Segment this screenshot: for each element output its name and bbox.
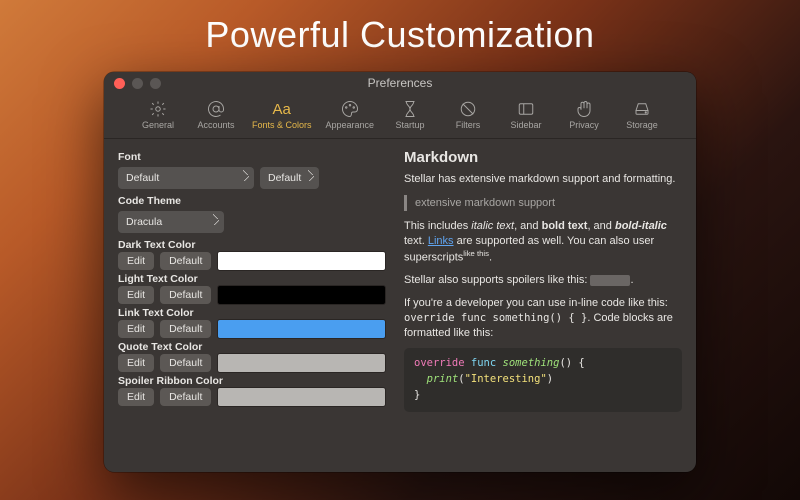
- edit-button[interactable]: Edit: [118, 286, 154, 304]
- default-button[interactable]: Default: [160, 286, 211, 304]
- code-theme-label: Code Theme: [118, 195, 386, 207]
- tab-label: Fonts & Colors: [252, 120, 312, 130]
- drive-icon: [633, 100, 651, 118]
- font-family-select[interactable]: Default: [118, 167, 254, 189]
- settings-panel: Font Default Default Code Theme Dracula …: [118, 149, 386, 460]
- tab-label: Storage: [626, 120, 658, 130]
- palette-icon: [341, 100, 359, 118]
- tab-filters[interactable]: Filters: [442, 98, 494, 132]
- color-swatch[interactable]: [217, 285, 386, 305]
- edit-button[interactable]: Edit: [118, 388, 154, 406]
- default-button[interactable]: Default: [160, 320, 211, 338]
- color-row-label: Quote Text Color: [118, 341, 386, 353]
- preview-panel: Markdown Stellar has extensive markdown …: [404, 149, 682, 460]
- color-row: Edit Default: [118, 285, 386, 305]
- gear-icon: [149, 100, 167, 118]
- preview-heading: Markdown: [404, 149, 682, 166]
- tab-startup[interactable]: Startup: [384, 98, 436, 132]
- maximize-icon[interactable]: [150, 78, 161, 89]
- color-swatch[interactable]: [217, 319, 386, 339]
- color-row: Edit Default: [118, 319, 386, 339]
- no-symbol-icon: [459, 100, 477, 118]
- color-row: Edit Default: [118, 353, 386, 373]
- sidebar-icon: [517, 100, 535, 118]
- default-button[interactable]: Default: [160, 354, 211, 372]
- tab-appearance[interactable]: Appearance: [321, 98, 378, 132]
- color-row: Edit Default: [118, 387, 386, 407]
- fonts-icon: Aa: [273, 100, 291, 118]
- traffic-lights: [104, 78, 161, 89]
- code-theme-select[interactable]: Dracula: [118, 211, 224, 233]
- preferences-window: Preferences General Accounts Aa Fonts & …: [104, 72, 696, 472]
- font-label: Font: [118, 151, 386, 163]
- titlebar: Preferences: [104, 72, 696, 94]
- hourglass-icon: [401, 100, 419, 118]
- tab-label: General: [142, 120, 174, 130]
- preview-blockquote: extensive markdown support: [404, 195, 682, 211]
- preview-link[interactable]: Links: [428, 235, 454, 247]
- marketing-headline: Powerful Customization: [0, 14, 800, 56]
- preferences-toolbar: General Accounts Aa Fonts & Colors Appea…: [104, 94, 696, 139]
- color-swatch[interactable]: [217, 251, 386, 271]
- default-button[interactable]: Default: [160, 388, 211, 406]
- window-title: Preferences: [104, 76, 696, 90]
- content-area: Font Default Default Code Theme Dracula …: [104, 139, 696, 472]
- default-button[interactable]: Default: [160, 252, 211, 270]
- edit-button[interactable]: Edit: [118, 252, 154, 270]
- tab-label: Appearance: [325, 120, 374, 130]
- at-sign-icon: [207, 100, 225, 118]
- preview-intro: Stellar has extensive markdown support a…: [404, 172, 682, 187]
- font-size-select[interactable]: Default: [260, 167, 319, 189]
- preview-formats: This includes italic text, and bold text…: [404, 219, 682, 265]
- preview-dev-line: If you're a developer you can use in-lin…: [404, 296, 682, 341]
- color-row: Edit Default: [118, 251, 386, 271]
- tab-label: Startup: [396, 120, 425, 130]
- minimize-icon[interactable]: [132, 78, 143, 89]
- tab-fonts-colors[interactable]: Aa Fonts & Colors: [248, 98, 316, 132]
- tab-sidebar[interactable]: Sidebar: [500, 98, 552, 132]
- tab-label: Accounts: [197, 120, 234, 130]
- color-swatch[interactable]: [217, 387, 386, 407]
- inline-code: override func something() { }: [404, 312, 587, 324]
- tab-accounts[interactable]: Accounts: [190, 98, 242, 132]
- color-row-label: Link Text Color: [118, 307, 386, 319]
- tab-privacy[interactable]: Privacy: [558, 98, 610, 132]
- edit-button[interactable]: Edit: [118, 320, 154, 338]
- color-row-label: Light Text Color: [118, 273, 386, 285]
- code-block: override func something() { print("Inter…: [404, 348, 682, 411]
- tab-storage[interactable]: Storage: [616, 98, 668, 132]
- tab-label: Privacy: [569, 120, 599, 130]
- tab-label: Filters: [456, 120, 481, 130]
- spoiler-pill[interactable]: [590, 275, 630, 286]
- tab-general[interactable]: General: [132, 98, 184, 132]
- preview-spoiler-line: Stellar also supports spoilers like this…: [404, 273, 682, 288]
- hand-icon: [575, 100, 593, 118]
- color-row-label: Dark Text Color: [118, 239, 386, 251]
- edit-button[interactable]: Edit: [118, 354, 154, 372]
- tab-label: Sidebar: [511, 120, 542, 130]
- close-icon[interactable]: [114, 78, 125, 89]
- color-swatch[interactable]: [217, 353, 386, 373]
- color-row-label: Spoiler Ribbon Color: [118, 375, 386, 387]
